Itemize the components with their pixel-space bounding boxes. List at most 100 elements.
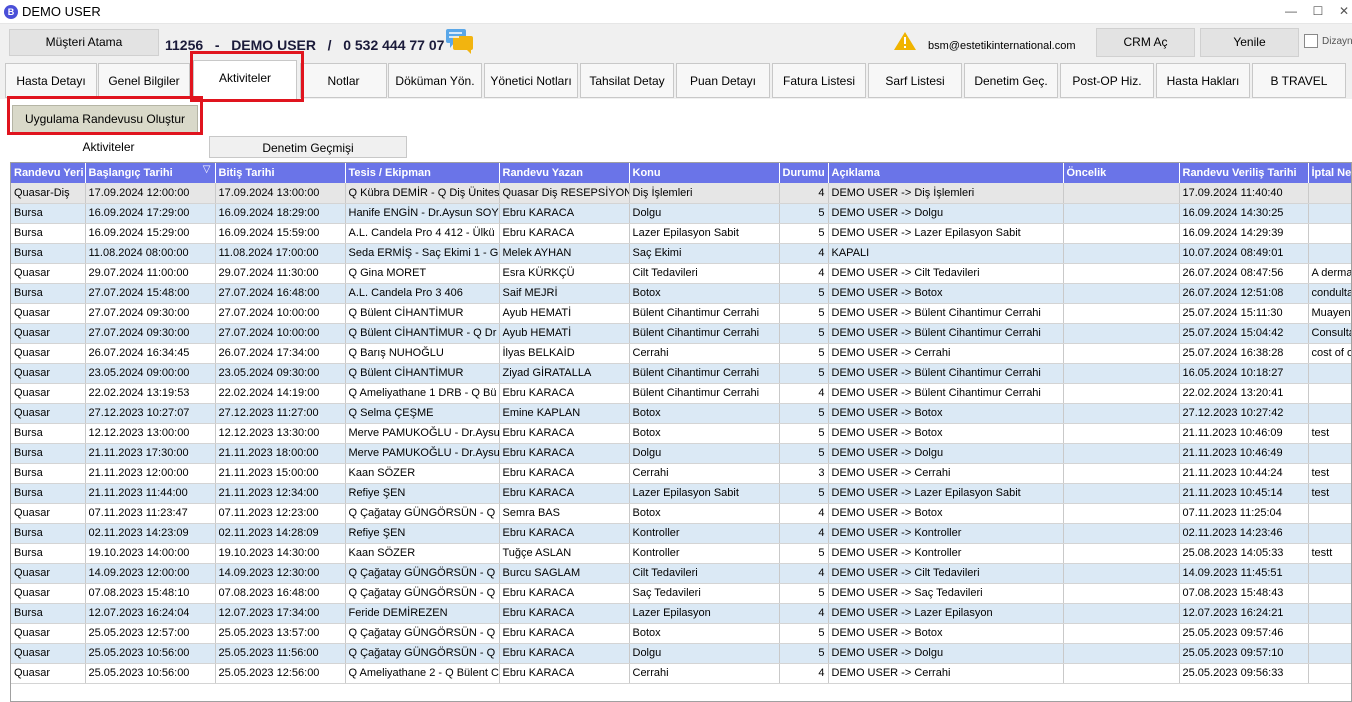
table-cell[interactable]: test [1308,483,1351,504]
table-cell[interactable]: Refiye ŞEN [345,523,500,544]
table-cell[interactable]: 4 [779,503,829,524]
table-cell[interactable]: 5 [779,643,829,664]
table-row[interactable]: Bursa 12.12.2023 13:00:00 12.12.2023 13:30… [11,423,1351,444]
table-cell[interactable]: 27.12.2023 11:27:00 [215,403,346,424]
table-cell[interactable]: Quasar [11,583,86,604]
table-cell[interactable]: 14.09.2023 12:00:00 [85,563,216,584]
table-cell[interactable]: Quasar [11,323,86,344]
table-cell[interactable]: 12.07.2023 16:24:21 [1179,603,1309,624]
table-cell[interactable]: 07.11.2023 12:23:00 [215,503,346,524]
table-row[interactable]: Bursa 16.09.2024 17:29:00 16.09.2024 18:29… [11,203,1351,224]
table-row[interactable]: Quasar 27.07.2024 09:30:00 27.07.2024 10:0… [11,323,1351,344]
table-cell[interactable] [1063,443,1180,464]
table-cell[interactable]: 17.09.2024 13:00:00 [215,183,346,204]
table-cell[interactable]: 29.07.2024 11:00:00 [85,263,216,284]
column-header-randevu-yazan[interactable]: Randevu Yazan [499,163,630,183]
table-cell[interactable]: 5 [779,283,829,304]
close-icon[interactable]: ✕ [1332,2,1352,20]
table-cell[interactable]: 25.05.2023 09:57:10 [1179,643,1309,664]
table-cell[interactable]: Quasar [11,623,86,644]
table-row[interactable]: Quasar 25.05.2023 10:56:00 25.05.2023 12:5… [11,663,1351,684]
table-cell[interactable]: DEMO USER -> Cerrahi [828,663,1064,684]
table-cell[interactable] [1063,323,1180,344]
table-cell[interactable]: DEMO USER -> Botox [828,503,1064,524]
table-row[interactable]: Bursa 16.09.2024 15:29:00 16.09.2024 15:59… [11,223,1351,244]
table-row[interactable]: Bursa 11.08.2024 08:00:00 11.08.2024 17:00… [11,243,1351,264]
table-cell[interactable]: 4 [779,183,829,204]
table-cell[interactable]: Q Ameliyathane 1 DRB - Q Bü [345,383,500,404]
table-cell[interactable]: 5 [779,223,829,244]
column-header-konu[interactable]: Konu [629,163,780,183]
table-cell[interactable]: 4 [779,603,829,624]
table-cell[interactable]: Kaan SÖZER [345,463,500,484]
table-cell[interactable] [1308,563,1351,584]
column-header-durumu[interactable]: Durumu [779,163,829,183]
table-cell[interactable]: Quasar [11,343,86,364]
table-cell[interactable]: 5 [779,303,829,324]
tab-sarf-listesi[interactable]: Sarf Listesi [868,63,962,98]
table-cell[interactable]: 19.10.2023 14:00:00 [85,543,216,564]
table-cell[interactable]: Q Bülent CİHANTİMUR [345,363,500,384]
table-cell[interactable]: 25.05.2023 09:57:46 [1179,623,1309,644]
table-cell[interactable]: 25.05.2023 10:56:00 [85,663,216,684]
table-cell[interactable]: 14.09.2023 12:30:00 [215,563,346,584]
subtab-aktiviteler[interactable]: Aktiviteler [10,136,207,158]
table-cell[interactable]: 23.05.2024 09:30:00 [215,363,346,384]
table-cell[interactable] [1063,343,1180,364]
minimize-button[interactable]: — [1279,2,1303,20]
table-cell[interactable]: Quasar Diş RESEPSİYON [499,183,630,204]
table-row[interactable]: Quasar-Diş 17.09.2024 12:00:00 17.09.2024 … [11,183,1351,204]
table-cell[interactable] [1063,523,1180,544]
table-cell[interactable]: DEMO USER -> Cerrahi [828,463,1064,484]
column-header-baslangic-tarihi[interactable]: Başlangıç Tarihi ▽ [85,163,216,183]
table-cell[interactable]: Quasar-Diş [11,183,86,204]
musteri-atama-button[interactable]: Müşteri Atama [9,29,159,56]
table-cell[interactable] [1308,203,1351,224]
table-cell[interactable]: Ebru KARACA [499,603,630,624]
table-cell[interactable]: Q Bülent CİHANTİMUR - Q Dr [345,323,500,344]
table-cell[interactable]: 16.05.2024 10:18:27 [1179,363,1309,384]
table-cell[interactable]: 21.11.2023 17:30:00 [85,443,216,464]
table-cell[interactable]: 27.07.2024 09:30:00 [85,323,216,344]
table-row[interactable]: Quasar 27.07.2024 09:30:00 27.07.2024 10:0… [11,303,1351,324]
table-cell[interactable]: Kaan SÖZER [345,543,500,564]
table-cell[interactable]: 12.07.2023 16:24:04 [85,603,216,624]
table-cell[interactable]: Bülent Cihantimur Cerrahi [629,363,780,384]
table-cell[interactable] [1063,603,1180,624]
table-cell[interactable]: DEMO USER -> Lazer Epilasyon [828,603,1064,624]
table-cell[interactable]: Botox [629,283,780,304]
table-cell[interactable]: Esra KÜRKÇÜ [499,263,630,284]
table-cell[interactable]: Botox [629,403,780,424]
table-row[interactable]: Quasar 07.08.2023 15:48:10 07.08.2023 16:4… [11,583,1351,604]
table-cell[interactable]: 5 [779,483,829,504]
table-cell[interactable] [1063,303,1180,324]
table-cell[interactable] [1063,543,1180,564]
table-cell[interactable]: 16.09.2024 14:30:25 [1179,203,1309,224]
table-cell[interactable]: 21.11.2023 11:44:00 [85,483,216,504]
table-cell[interactable]: Quasar [11,563,86,584]
tab-post-op-hiz[interactable]: Post-OP Hiz. [1060,63,1154,98]
table-cell[interactable]: DEMO USER -> Dolgu [828,203,1064,224]
table-cell[interactable]: 12.12.2023 13:00:00 [85,423,216,444]
table-cell[interactable]: test [1308,423,1351,444]
table-row[interactable]: Bursa 02.11.2023 14:23:09 02.11.2023 14:28… [11,523,1351,544]
table-cell[interactable]: Ebru KARACA [499,383,630,404]
table-cell[interactable]: Bursa [11,603,86,624]
table-cell[interactable]: Dolgu [629,643,780,664]
table-cell[interactable]: Ebru KARACA [499,583,630,604]
table-cell[interactable]: Q Gina MORET [345,263,500,284]
table-cell[interactable]: 4 [779,383,829,404]
table-cell[interactable]: Bursa [11,283,86,304]
table-cell[interactable]: Melek AYHAN [499,243,630,264]
table-cell[interactable]: Cerrahi [629,663,780,684]
table-cell[interactable]: Bülent Cihantimur Cerrahi [629,303,780,324]
table-cell[interactable]: 21.11.2023 12:34:00 [215,483,346,504]
table-cell[interactable]: 25.07.2024 15:04:42 [1179,323,1309,344]
table-cell[interactable]: Bursa [11,243,86,264]
table-cell[interactable]: 25.07.2024 15:11:30 [1179,303,1309,324]
table-cell[interactable]: DEMO USER -> Cilt Tedavileri [828,263,1064,284]
table-cell[interactable]: Emine KAPLAN [499,403,630,424]
table-cell[interactable]: 5 [779,203,829,224]
table-cell[interactable]: Bursa [11,523,86,544]
table-row[interactable]: Bursa 21.11.2023 17:30:00 21.11.2023 18:00… [11,443,1351,464]
